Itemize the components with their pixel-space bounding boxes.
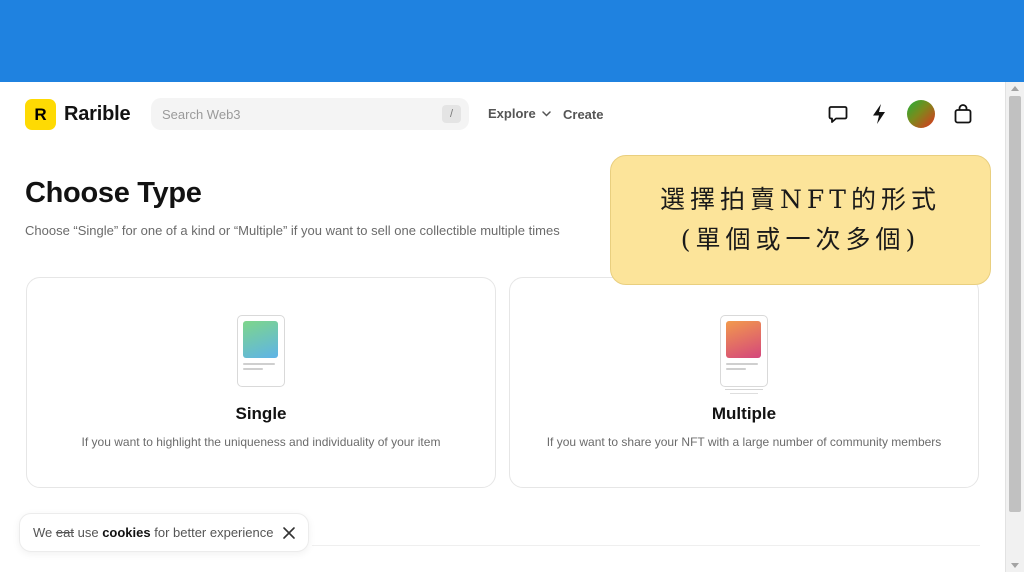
single-card-description: If you want to highlight the uniqueness … [81, 435, 441, 449]
nav-explore-label: Explore [488, 106, 536, 121]
avatar[interactable] [907, 100, 935, 128]
single-type-card[interactable]: Single If you want to highlight the uniq… [26, 277, 496, 488]
callout-line-1: 選擇拍賣NFT的形式 [660, 185, 941, 214]
multiple-card-title: Multiple [711, 404, 777, 423]
cookie-text-rest: for better experience [154, 525, 274, 540]
scroll-up-arrow-icon[interactable] [1011, 86, 1019, 91]
search-input[interactable] [162, 106, 432, 122]
scrollbar-thumb[interactable] [1009, 96, 1021, 512]
top-color-band [0, 0, 1024, 82]
lightning-icon[interactable] [867, 102, 891, 126]
cookie-text-cookies: cookies [102, 525, 151, 540]
scroll-down-arrow-icon[interactable] [1011, 563, 1019, 568]
chat-bubble-icon[interactable] [826, 102, 850, 126]
vertical-scrollbar[interactable] [1005, 82, 1024, 572]
logo-mark-letter: R [34, 104, 47, 124]
shopping-bag-icon[interactable] [951, 102, 975, 126]
multiple-type-card[interactable]: Multiple If you want to share your NFT w… [509, 277, 979, 488]
single-card-title: Single [235, 404, 287, 423]
logo-mark: R [25, 99, 56, 130]
nav-create[interactable]: Create [563, 107, 603, 122]
cookie-text-use: use [77, 525, 99, 540]
rarible-logo[interactable]: R Rarible [25, 99, 131, 130]
search-bar[interactable]: / [151, 98, 469, 130]
cookie-text-we: We [33, 525, 53, 540]
search-shortcut-key: / [442, 105, 461, 123]
chevron-down-icon [541, 110, 551, 117]
cookie-banner: We eat use cookies for better experience [19, 513, 309, 552]
multiple-card-description: If you want to share your NFT with a lar… [546, 435, 942, 449]
page-title: Choose Type [25, 177, 202, 209]
multiple-nft-illustration-icon [720, 315, 768, 394]
callout-line-2: (單個或一次多個) [680, 225, 921, 254]
page-subtitle: Choose “Single” for one of a kind or “Mu… [25, 223, 560, 238]
nav-explore[interactable]: Explore [488, 106, 551, 121]
divider [312, 545, 980, 546]
close-icon[interactable] [282, 526, 296, 540]
annotation-callout: 選擇拍賣NFT的形式 (單個或一次多個) [610, 155, 991, 285]
cookie-text-struck: eat [55, 525, 74, 540]
single-nft-illustration-icon [237, 315, 285, 387]
logo-text: Rarible [64, 103, 131, 125]
